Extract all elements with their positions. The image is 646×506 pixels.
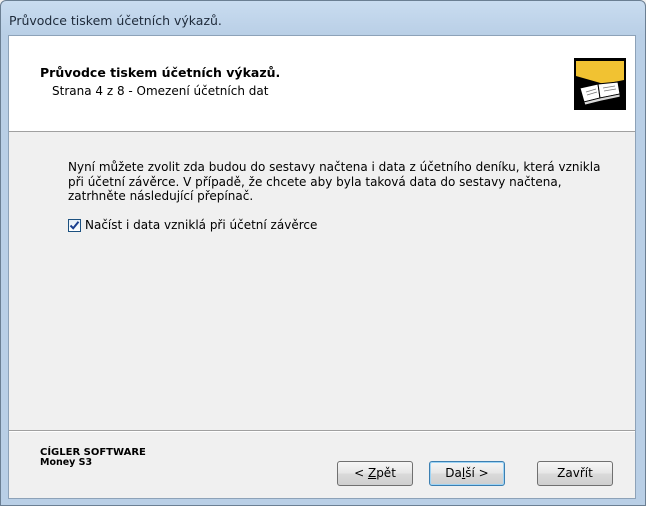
footer-separator <box>9 430 635 432</box>
next-button-rest: ší > <box>465 466 489 480</box>
wizard-window: Průvodce tiskem účetních výkazů. Průvodc… <box>0 0 646 506</box>
close-button[interactable]: Zavřít <box>537 461 613 486</box>
dialog-client-area: Průvodce tiskem účetních výkazů. Strana … <box>8 35 636 499</box>
back-button[interactable]: < Zpět <box>337 461 413 486</box>
back-button-rest: pět <box>376 466 396 480</box>
closing-data-checkbox[interactable] <box>68 218 81 232</box>
window-title: Průvodce tiskem účetních výkazů. <box>9 13 222 28</box>
book-icon <box>574 58 626 110</box>
header-subtitle: Strana 4 z 8 - Omezení účetních dat <box>52 84 269 98</box>
wizard-header: Průvodce tiskem účetních výkazů. Strana … <box>9 36 635 132</box>
back-button-mnemonic: Z <box>367 466 377 480</box>
checkbox-label: Načíst i data vzniklá při účetní závěrce <box>85 218 318 232</box>
next-button[interactable]: Další > <box>429 461 505 486</box>
checkmark-icon <box>69 220 80 230</box>
closing-data-checkbox-row[interactable]: Načíst i data vzniklá při účetní závěrce <box>68 217 317 233</box>
product-name: Money S3 <box>40 457 93 468</box>
description-text: Nyní můžete zvolit zda budou do sestavy … <box>68 160 601 203</box>
next-button-prefix: Da <box>445 466 462 480</box>
header-title: Průvodce tiskem účetních výkazů. <box>40 65 281 80</box>
title-bar[interactable]: Průvodce tiskem účetních výkazů. <box>1 1 645 35</box>
back-button-prefix: < <box>354 466 368 480</box>
